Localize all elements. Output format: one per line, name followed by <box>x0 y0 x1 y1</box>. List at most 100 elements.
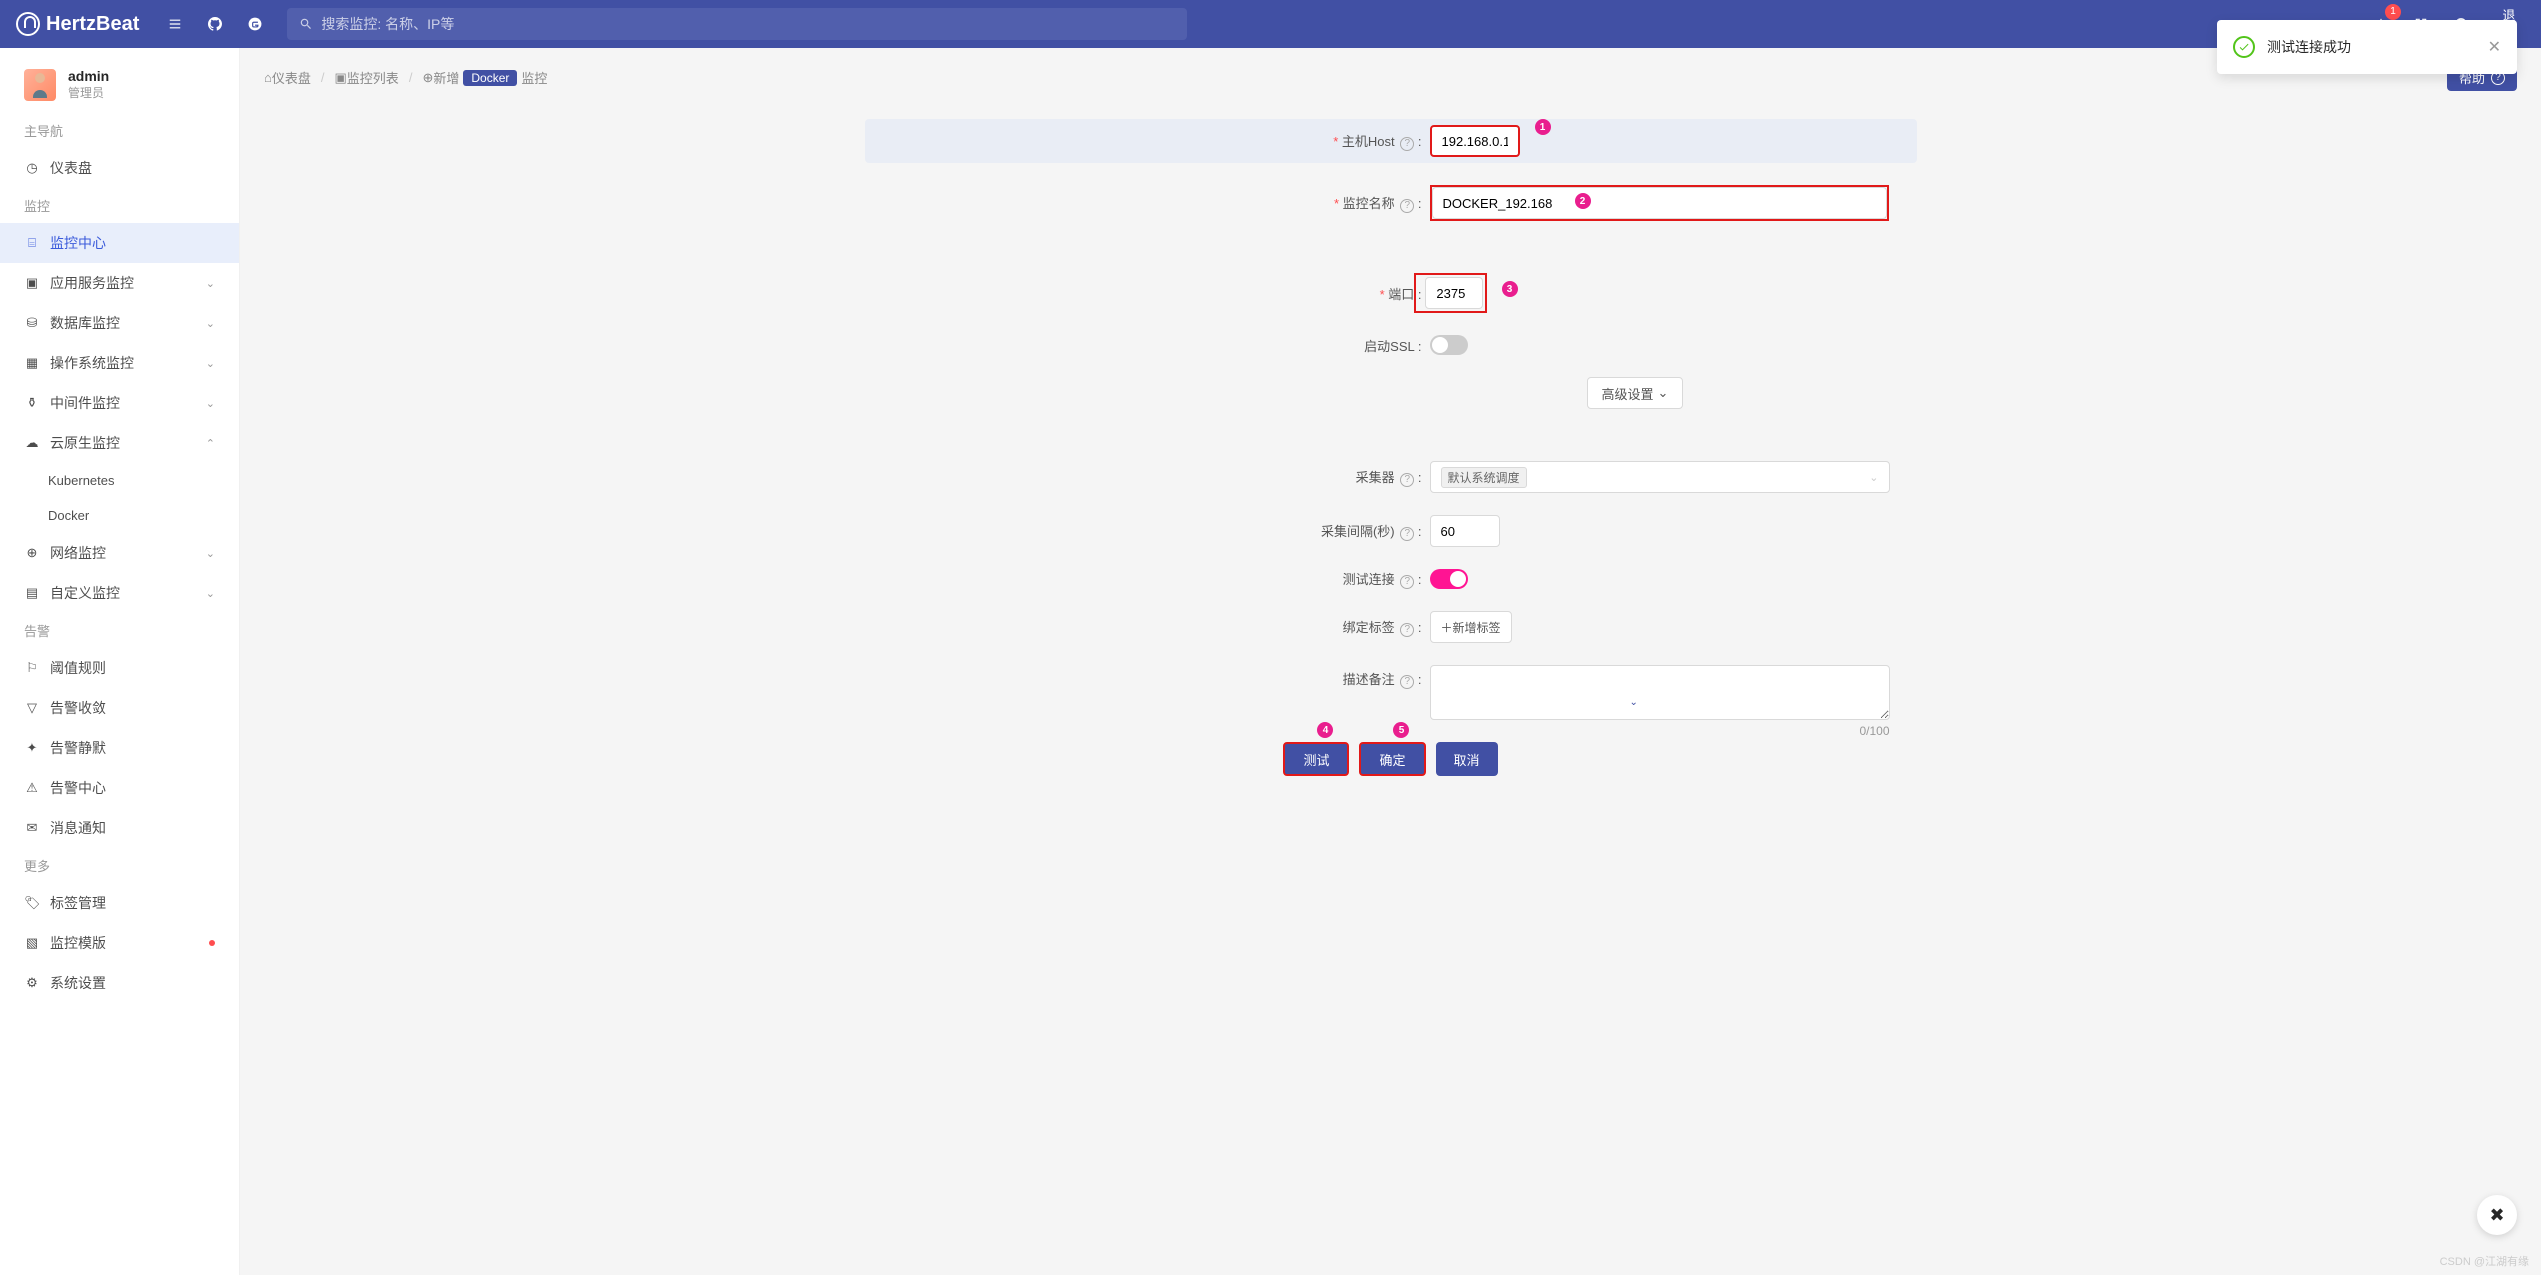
name-label: 监控名称 ? : <box>865 193 1430 213</box>
form-row-description: 描述备注 ? : ⌄ 0/100 <box>865 665 1917 720</box>
sidebar-item-monitor-center[interactable]: ⌸监控中心 <box>0 223 239 263</box>
question-icon: ? <box>1400 199 1414 213</box>
watermark: CSDN @江湖有缘 <box>2440 1253 2529 1269</box>
toast-notification: 测试连接成功 ✕ <box>2217 20 2517 74</box>
sidebar-item-os[interactable]: ▦操作系统监控⌄ <box>0 343 239 383</box>
sidebar-item-alert-converge[interactable]: ▽告警收敛 <box>0 688 239 728</box>
sidebar-item-dashboard[interactable]: ◷仪表盘 <box>0 148 239 188</box>
sidebar-item-database[interactable]: ⛁数据库监控⌄ <box>0 303 239 343</box>
chevron-down-icon: ⌄ <box>1869 471 1878 484</box>
sidebar-item-cloud-native[interactable]: ☁云原生监控⌃ <box>0 423 239 463</box>
sidebar-item-tags[interactable]: 🏷标签管理 <box>0 883 239 923</box>
breadcrumb-suffix: 监控 <box>521 68 547 87</box>
port-input[interactable] <box>1425 277 1483 309</box>
test-connection-switch[interactable] <box>1430 569 1468 589</box>
breadcrumb-docker-tag: Docker <box>463 70 517 86</box>
test-button[interactable]: 4 测试 <box>1283 742 1349 776</box>
form-row-port: 端口 : 3 <box>865 273 1917 313</box>
sidebar-item-docker[interactable]: Docker <box>0 498 239 533</box>
chevron-up-icon: ⌃ <box>206 437 215 450</box>
user-name: admin <box>68 68 109 84</box>
form-row-collector: 采集器 ? : 默认系统调度 ⌄ <box>865 461 1917 493</box>
cloud-icon: ☁ <box>24 435 40 451</box>
sidebar-item-system[interactable]: ⚙系统设置 <box>0 963 239 1003</box>
question-icon: ? <box>1400 623 1414 637</box>
char-count: 0/100 <box>1859 724 1889 738</box>
caret-icon: ⌄ <box>1630 697 1638 708</box>
middleware-icon: ⚱ <box>24 395 40 411</box>
form-row-name: 监控名称 ? : 2 <box>865 185 1917 221</box>
host-input[interactable] <box>1430 125 1520 157</box>
chevron-down-icon: ⌄ <box>1658 385 1669 401</box>
notif-badge: 1 <box>2385 4 2401 20</box>
plus-icon: ＋ <box>1441 619 1453 636</box>
chevron-down-icon: ⌄ <box>206 587 215 600</box>
question-icon: ? <box>1400 527 1414 541</box>
chevron-down-icon: ⌄ <box>206 357 215 370</box>
gitee-icon[interactable] <box>239 8 271 40</box>
menu-collapse-icon[interactable] <box>159 8 191 40</box>
os-icon: ▦ <box>24 355 40 371</box>
chevron-down-icon: ⌄ <box>206 547 215 560</box>
sidebar-item-middleware[interactable]: ⚱中间件监控⌄ <box>0 383 239 423</box>
name-input[interactable] <box>1562 187 1887 219</box>
ssl-switch[interactable] <box>1430 335 1468 355</box>
logo-text: HertzBeat <box>46 13 139 36</box>
collector-select[interactable]: 默认系统调度 ⌄ <box>1430 461 1890 493</box>
logo[interactable]: HertzBeat <box>16 12 139 36</box>
app-icon: ▣ <box>24 275 40 291</box>
port-label: 端口 : <box>865 284 1430 303</box>
success-check-icon <box>2233 36 2255 58</box>
ssl-label: 启动SSL : <box>865 336 1430 355</box>
wrench-icon: ✖ <box>2489 1205 2504 1226</box>
question-icon: ? <box>1400 137 1414 151</box>
sidebar-group-more: 更多 <box>0 848 239 883</box>
gear-icon: ⚙ <box>24 975 40 991</box>
description-textarea[interactable] <box>1430 665 1890 720</box>
sidebar-item-threshold[interactable]: ⚐阈值规则 <box>0 648 239 688</box>
annotation-badge-1: 1 <box>1535 119 1551 135</box>
database-icon: ⛁ <box>24 315 40 331</box>
user-role: 管理员 <box>68 84 109 101</box>
converge-icon: ▽ <box>24 700 40 716</box>
search-input[interactable]: 搜索监控: 名称、IP等 <box>287 8 1187 40</box>
sidebar-item-alert-silence[interactable]: ✦告警静默 <box>0 728 239 768</box>
toast-message: 测试连接成功 <box>2267 37 2351 57</box>
sidebar-item-kubernetes[interactable]: Kubernetes <box>0 463 239 498</box>
breadcrumb-monitor-list[interactable]: ▣ 监控列表 <box>335 68 399 87</box>
alert-icon: ⚠ <box>24 780 40 796</box>
sidebar-item-custom[interactable]: ▤自定义监控⌄ <box>0 573 239 613</box>
name-input-hl[interactable] <box>1432 187 1562 219</box>
sidebar-item-message[interactable]: ✉消息通知 <box>0 808 239 848</box>
tools-float-button[interactable]: ✖ <box>2477 1195 2517 1235</box>
form-actions: 4 测试 5 确定 取消 <box>865 742 1917 776</box>
sidebar-item-app-service[interactable]: ▣应用服务监控⌄ <box>0 263 239 303</box>
confirm-button[interactable]: 5 确定 <box>1359 742 1425 776</box>
dot-indicator <box>209 940 215 946</box>
form-row-interval: 采集间隔(秒) ? : <box>865 515 1917 547</box>
cancel-button[interactable]: 取消 <box>1436 742 1498 776</box>
close-icon[interactable]: ✕ <box>2488 37 2501 57</box>
sidebar: admin 管理员 主导航 ◷仪表盘 监控 ⌸监控中心 ▣应用服务监控⌄ ⛁数据… <box>0 48 240 1275</box>
form-row-host: 主机Host ? : 1 <box>865 119 1917 163</box>
monitor-form: 主机Host ? : 1 监控名称 ? : 2 端口 : <box>841 107 1941 816</box>
breadcrumb-add: ⊕ 新增 <box>422 68 459 87</box>
avatar <box>24 69 56 101</box>
form-row-test-connection: 测试连接 ? : <box>865 569 1917 589</box>
question-icon: ? <box>1400 675 1414 689</box>
add-tag-button[interactable]: ＋ 新增标签 <box>1430 611 1512 643</box>
breadcrumb-dashboard[interactable]: ⌂ 仪表盘 <box>264 68 311 87</box>
collector-value: 默认系统调度 <box>1441 467 1527 488</box>
sidebar-group-alert: 告警 <box>0 613 239 648</box>
sidebar-item-network[interactable]: ⊕网络监控⌄ <box>0 533 239 573</box>
question-icon: ? <box>1400 575 1414 589</box>
github-icon[interactable] <box>199 8 231 40</box>
sidebar-item-templates[interactable]: ▧监控模版 <box>0 923 239 963</box>
advanced-settings-button[interactable]: 高级设置 ⌄ <box>1587 377 1684 409</box>
network-icon: ⊕ <box>24 545 40 561</box>
interval-label: 采集间隔(秒) ? : <box>865 521 1430 541</box>
main-content: ⌂ 仪表盘 / ▣ 监控列表 / ⊕ 新增 Docker 监控 帮助 ? 主机H… <box>240 48 2541 1275</box>
search-placeholder: 搜索监控: 名称、IP等 <box>321 14 454 34</box>
interval-input[interactable] <box>1430 515 1500 547</box>
sidebar-item-alert-center[interactable]: ⚠告警中心 <box>0 768 239 808</box>
